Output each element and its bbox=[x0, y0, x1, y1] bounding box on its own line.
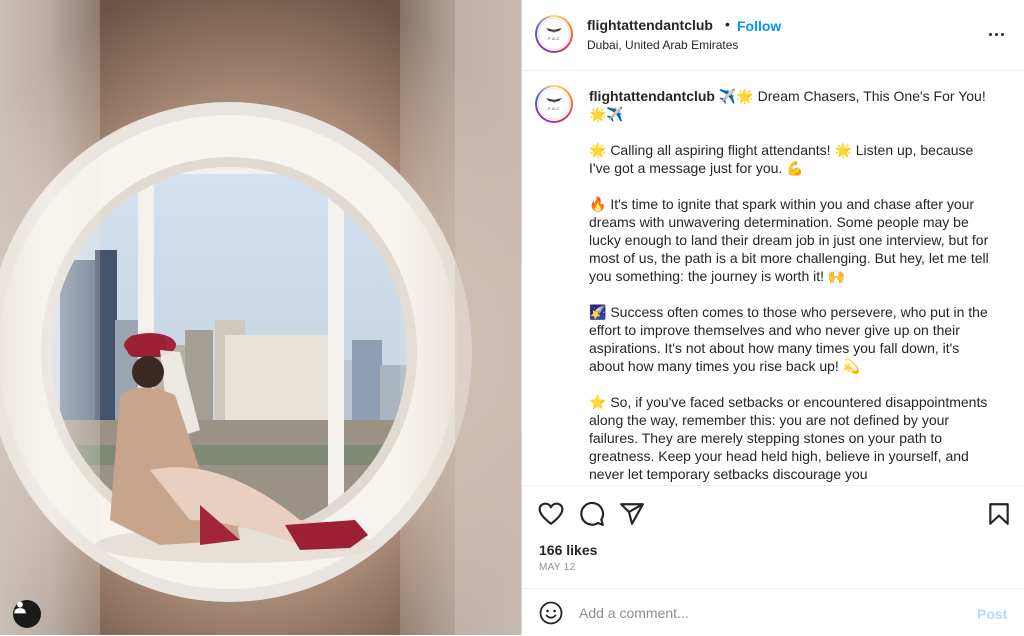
share-icon[interactable] bbox=[619, 501, 645, 527]
post-caption: flightattendantclub ✈️🌟 Dream Chasers, T… bbox=[589, 87, 994, 485]
tagged-users-button[interactable] bbox=[13, 600, 41, 628]
user-icon bbox=[14, 601, 26, 614]
emoji-icon[interactable] bbox=[539, 601, 563, 625]
wings-logo-icon bbox=[546, 98, 562, 103]
post-header: F.A.C flightattendantclub • Follow Dubai… bbox=[522, 0, 1024, 71]
post-image[interactable] bbox=[0, 0, 521, 635]
caption-avatar[interactable]: F.A.C bbox=[535, 85, 573, 123]
header-separator: • bbox=[725, 16, 730, 32]
like-count[interactable]: 166 likes bbox=[539, 542, 597, 558]
caption-paragraph: 🌠 Success often comes to those who perse… bbox=[589, 304, 988, 374]
post-location[interactable]: Dubai, United Arab Emirates bbox=[587, 38, 738, 52]
action-bar bbox=[522, 485, 1024, 536]
profile-avatar[interactable]: F.A.C bbox=[535, 15, 573, 53]
bookmark-icon[interactable] bbox=[986, 501, 1012, 527]
wings-logo-icon bbox=[546, 28, 562, 33]
caption-username[interactable]: flightattendantclub bbox=[589, 88, 715, 104]
follow-button[interactable]: Follow bbox=[737, 18, 781, 34]
more-options-button[interactable] bbox=[986, 24, 1006, 44]
post-date[interactable]: MAY 12 bbox=[539, 562, 575, 573]
caption-paragraph: 🌟 Calling all aspiring flight attendants… bbox=[589, 142, 974, 176]
heart-icon[interactable] bbox=[538, 501, 564, 527]
post-image-scene bbox=[0, 0, 521, 635]
post-username[interactable]: flightattendantclub bbox=[587, 17, 713, 33]
post-panel: F.A.C flightattendantclub • Follow Dubai… bbox=[521, 0, 1024, 635]
caption-paragraph: ⭐ So, if you've faced setbacks or encoun… bbox=[589, 394, 988, 482]
comment-icon[interactable] bbox=[579, 501, 605, 527]
comment-input[interactable] bbox=[579, 601, 949, 625]
caption-paragraph: 🔥 It's time to ignite that spark within … bbox=[589, 196, 989, 284]
comment-bar: Post bbox=[522, 588, 1024, 636]
avatar-logo-text: F.A.C bbox=[548, 106, 560, 111]
avatar-logo-text: F.A.C bbox=[548, 36, 560, 41]
caption-scroll-area[interactable]: F.A.C flightattendantclub ✈️🌟 Dream Chas… bbox=[522, 71, 1024, 485]
post-comment-button[interactable]: Post bbox=[977, 606, 1007, 622]
